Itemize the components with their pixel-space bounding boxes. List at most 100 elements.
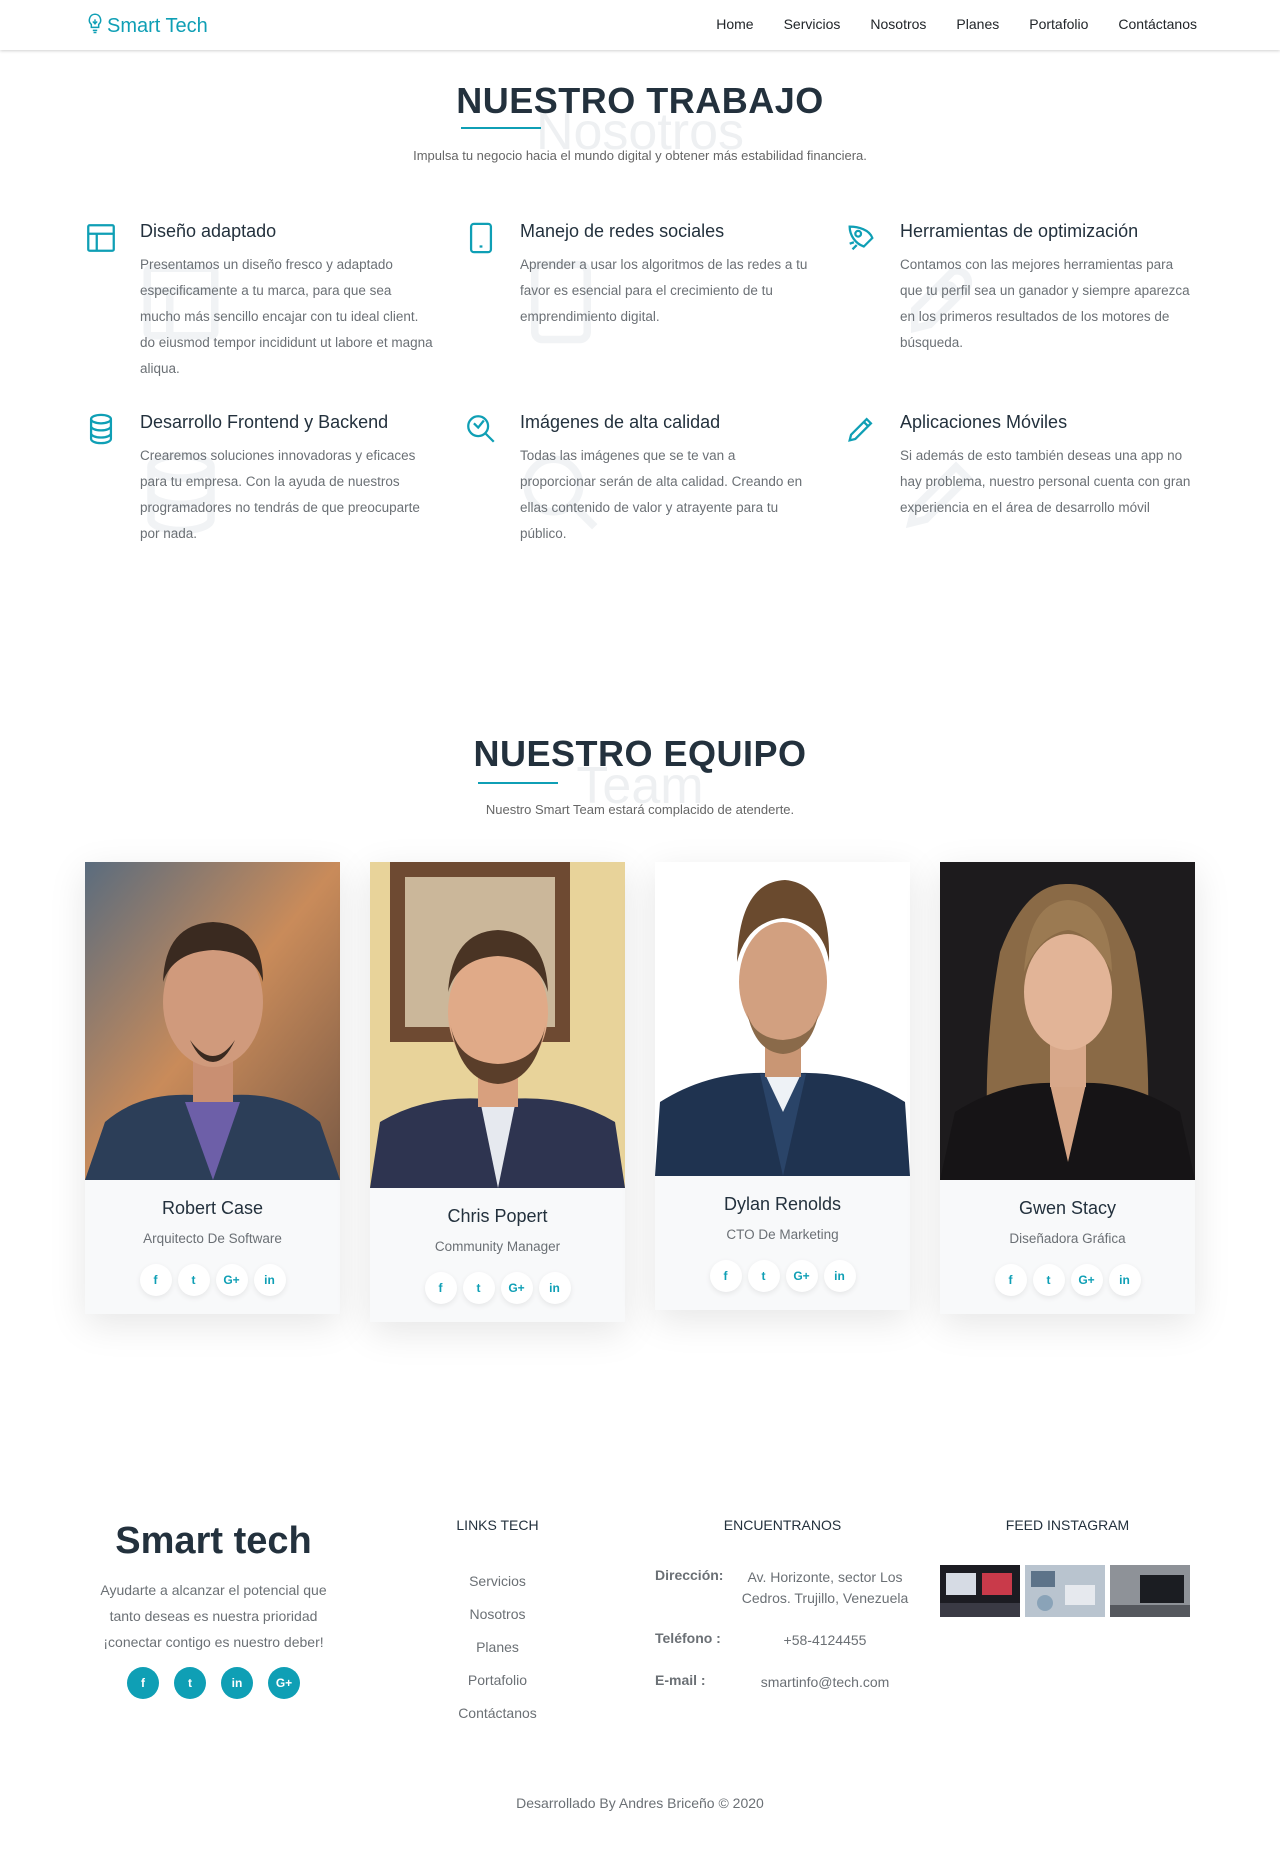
member-socials: f t G+ in [655, 1260, 910, 1310]
member-role: Arquitecto De Software [143, 1231, 282, 1246]
member-socials: f t G+ in [85, 1264, 340, 1314]
service-text: Todas las imágenes que se te van a propo… [520, 448, 803, 541]
nav-nosotros[interactable]: Nosotros [870, 16, 926, 32]
rocket-icon [844, 221, 878, 255]
footer-link-planes[interactable]: Planes [370, 1631, 625, 1664]
google-plus-icon[interactable]: G+ [500, 1272, 533, 1304]
footer-contact: Dirección: Av. Horizonte, sector Los Ced… [655, 1567, 915, 1714]
member-role: Diseñadora Gráfica [1009, 1231, 1126, 1246]
facebook-icon[interactable]: f [994, 1264, 1027, 1296]
work-title-underline [461, 127, 541, 129]
linkedin-icon[interactable]: in [823, 1260, 856, 1292]
linkedin-icon[interactable]: in [1108, 1264, 1141, 1296]
member-role: CTO De Marketing [726, 1227, 839, 1242]
instagram-photo[interactable] [1110, 1565, 1190, 1617]
service-title: Herramientas de optimización [900, 221, 1139, 241]
address-value: Av. Horizonte, sector Los Cedros. Trujil… [741, 1569, 909, 1606]
phone-value: +58-4124455 [783, 1632, 867, 1648]
twitter-icon[interactable]: t [174, 1667, 206, 1699]
team-title-underline [478, 782, 558, 784]
nav-planes[interactable]: Planes [956, 16, 999, 32]
footer-brand-name: Smart tech [115, 1520, 312, 1562]
facebook-icon[interactable]: f [424, 1272, 457, 1304]
service-card: Herramientas de optimización Contamos co… [844, 221, 1194, 356]
work-title: NUESTRO TRABAJO [456, 80, 824, 121]
service-card: Diseño adaptado Presentamos un diseño fr… [84, 221, 434, 382]
service-card: Imágenes de alta calidad Todas las imáge… [464, 412, 814, 547]
team-card: Dylan Renolds CTO De Marketing f t G+ in [655, 862, 910, 1310]
google-plus-icon[interactable]: G+ [785, 1260, 818, 1292]
footer-link-portafolio[interactable]: Portafolio [370, 1664, 625, 1697]
team-info: Gwen Stacy Diseñadora Gráfica f t G+ in [940, 1180, 1195, 1314]
navbar: Smart Tech Home Servicios Nosotros Plane… [0, 0, 1280, 50]
twitter-icon[interactable]: t [1032, 1264, 1065, 1296]
team-photo [655, 862, 910, 1176]
team-section-title: NUESTRO EQUIPO [0, 733, 1280, 775]
team-card: Gwen Stacy Diseñadora Gráfica f t G+ in [940, 862, 1195, 1314]
service-card: Manejo de redes sociales Aprender a usar… [464, 221, 814, 344]
service-title: Imágenes de alta calidad [520, 412, 721, 432]
service-text: Contamos con las mejores herramientas pa… [900, 257, 1190, 350]
facebook-icon[interactable]: f [139, 1264, 172, 1296]
brand-name: Smart Tech [107, 14, 208, 37]
layout-icon [84, 221, 118, 255]
footer-link-nosotros[interactable]: Nosotros [370, 1598, 625, 1631]
lightbulb-icon [86, 12, 104, 40]
footer-instagram-title: FEED INSTAGRAM [1005, 1517, 1130, 1533]
instagram-photo[interactable] [1025, 1565, 1105, 1617]
work-section-title: NUESTRO TRABAJO [0, 80, 1280, 122]
footer-links-title: LINKS TECH [456, 1517, 539, 1533]
email-value: smartinfo@tech.com [760, 1674, 890, 1690]
twitter-icon[interactable]: t [462, 1272, 495, 1304]
instagram-photo[interactable] [940, 1565, 1020, 1617]
linkedin-icon[interactable]: in [221, 1667, 253, 1699]
google-plus-icon[interactable]: G+ [215, 1264, 248, 1296]
google-plus-icon[interactable]: G+ [1070, 1264, 1103, 1296]
service-title: Diseño adaptado [140, 221, 277, 241]
search-icon [464, 412, 498, 446]
team-subtitle: Nuestro Smart Team estará complacido de … [485, 802, 795, 817]
footer-socials: f t in G+ [86, 1667, 341, 1699]
team-title: NUESTRO EQUIPO [473, 733, 807, 774]
service-card: Desarrollo Frontend y Backend Crearemos … [84, 412, 434, 547]
work-subtitle: Impulsa tu negocio hacia el mundo digita… [413, 148, 867, 163]
member-name: Robert Case [161, 1198, 264, 1218]
pencil-icon [844, 412, 878, 446]
email-label: E-mail : [655, 1672, 706, 1688]
linkedin-icon[interactable]: in [253, 1264, 286, 1296]
linkedin-icon[interactable]: in [538, 1272, 571, 1304]
team-info: Robert Case Arquitecto De Software f t G… [85, 1180, 340, 1314]
brand-logo[interactable]: Smart Tech [86, 12, 208, 40]
team-photo [370, 862, 625, 1188]
footer-link-servicios[interactable]: Servicios [370, 1565, 625, 1598]
member-socials: f t G+ in [940, 1264, 1195, 1314]
service-card: Aplicaciones Móviles Si además de esto t… [844, 412, 1194, 529]
twitter-icon[interactable]: t [177, 1264, 210, 1296]
service-title: Desarrollo Frontend y Backend [140, 412, 389, 432]
google-plus-icon[interactable]: G+ [268, 1667, 300, 1699]
service-text: Crearemos soluciones innovadoras y efica… [140, 448, 420, 541]
team-photo [85, 862, 340, 1180]
nav-home[interactable]: Home [716, 16, 753, 32]
member-name: Dylan Renolds [723, 1194, 842, 1214]
service-text: Aprender a usar los algoritmos de las re… [520, 257, 808, 324]
nav-contactanos[interactable]: Contáctanos [1118, 16, 1197, 32]
phone-label: Teléfono : [655, 1630, 721, 1646]
contact-phone-row: Teléfono : +58-4124455 [655, 1630, 915, 1651]
member-socials: f t G+ in [370, 1272, 625, 1322]
facebook-icon[interactable]: f [709, 1260, 742, 1292]
nav-portafolio[interactable]: Portafolio [1029, 16, 1088, 32]
contact-email-row: E-mail : smartinfo@tech.com [655, 1672, 915, 1693]
team-photo [940, 862, 1195, 1180]
service-text: Si además de esto también deseas una app… [900, 448, 1191, 515]
service-text: Presentamos un diseño fresco y adaptado … [140, 257, 419, 324]
facebook-icon[interactable]: f [127, 1667, 159, 1699]
service-title: Aplicaciones Móviles [900, 412, 1068, 432]
footer-brand: Smart tech Ayudarte a alcanzar el potenc… [86, 1520, 341, 1699]
member-name: Chris Popert [447, 1206, 548, 1226]
footer-link-contactanos[interactable]: Contáctanos [370, 1697, 625, 1730]
footer-links: Servicios Nosotros Planes Portafolio Con… [370, 1565, 625, 1730]
twitter-icon[interactable]: t [747, 1260, 780, 1292]
service-title: Manejo de redes sociales [520, 221, 725, 241]
nav-servicios[interactable]: Servicios [784, 16, 841, 32]
